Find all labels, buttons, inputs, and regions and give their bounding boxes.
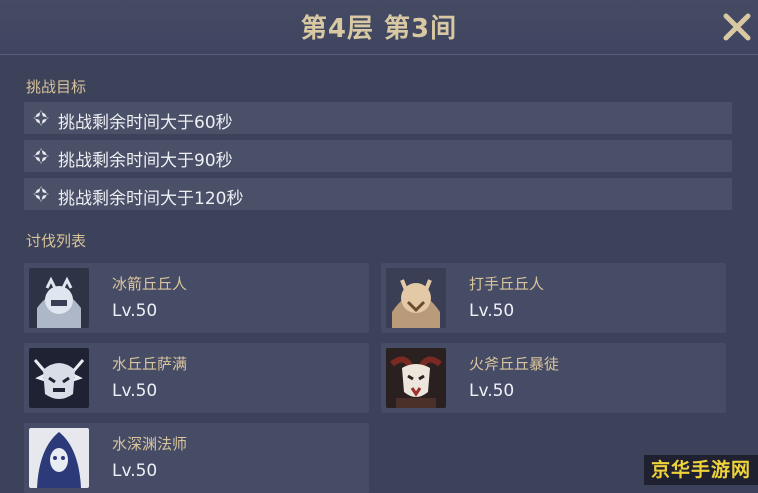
- enemy-name: 火斧丘丘暴徒: [469, 355, 560, 373]
- enemy-card[interactable]: 打手丘丘人 Lv.50: [381, 263, 726, 333]
- objective-text: 挑战剩余时间大于90秒: [58, 151, 233, 171]
- enemy-name: 水深渊法师: [112, 435, 188, 453]
- pyro-axe-mitachurl-portrait: [386, 348, 446, 408]
- enemy-level: Lv.50: [112, 301, 158, 321]
- star-icon: [32, 185, 50, 203]
- enemy-level: Lv.50: [112, 381, 158, 401]
- enemy-name: 打手丘丘人: [469, 275, 545, 293]
- hydro-abyss-mage-portrait: [29, 428, 89, 488]
- objectives-heading: 挑战目标: [26, 78, 87, 96]
- enemy-card[interactable]: 水深渊法师 Lv.50: [24, 423, 369, 493]
- objective-text: 挑战剩余时间大于120秒: [58, 189, 244, 209]
- header-bar: 第4层 第3间: [0, 0, 758, 54]
- enemy-card[interactable]: 冰箭丘丘人 Lv.50: [24, 263, 369, 333]
- fighter-hilichurl-portrait: [386, 268, 446, 328]
- ice-archer-hilichurl-portrait: [29, 268, 89, 328]
- site-watermark: 京华手游网: [644, 455, 758, 485]
- enemy-name: 冰箭丘丘人: [112, 275, 188, 293]
- enemy-name: 水丘丘萨满: [112, 355, 188, 373]
- objective-row: 挑战剩余时间大于120秒: [24, 178, 732, 210]
- enemy-level: Lv.50: [469, 301, 515, 321]
- enemy-card[interactable]: 水丘丘萨满 Lv.50: [24, 343, 369, 413]
- enemy-level: Lv.50: [469, 381, 515, 401]
- close-icon[interactable]: [722, 12, 752, 42]
- objective-row: 挑战剩余时间大于90秒: [24, 140, 732, 172]
- objective-row: 挑战剩余时间大于60秒: [24, 102, 732, 134]
- enemy-list-heading: 讨伐列表: [26, 232, 87, 250]
- objective-text: 挑战剩余时间大于60秒: [58, 113, 233, 133]
- enemy-level: Lv.50: [112, 461, 158, 481]
- page-title: 第4层 第3间: [300, 14, 458, 44]
- enemy-card[interactable]: 火斧丘丘暴徒 Lv.50: [381, 343, 726, 413]
- divider: [0, 54, 758, 55]
- hydro-samachurl-portrait: [29, 348, 89, 408]
- star-icon: [32, 147, 50, 165]
- star-icon: [32, 109, 50, 127]
